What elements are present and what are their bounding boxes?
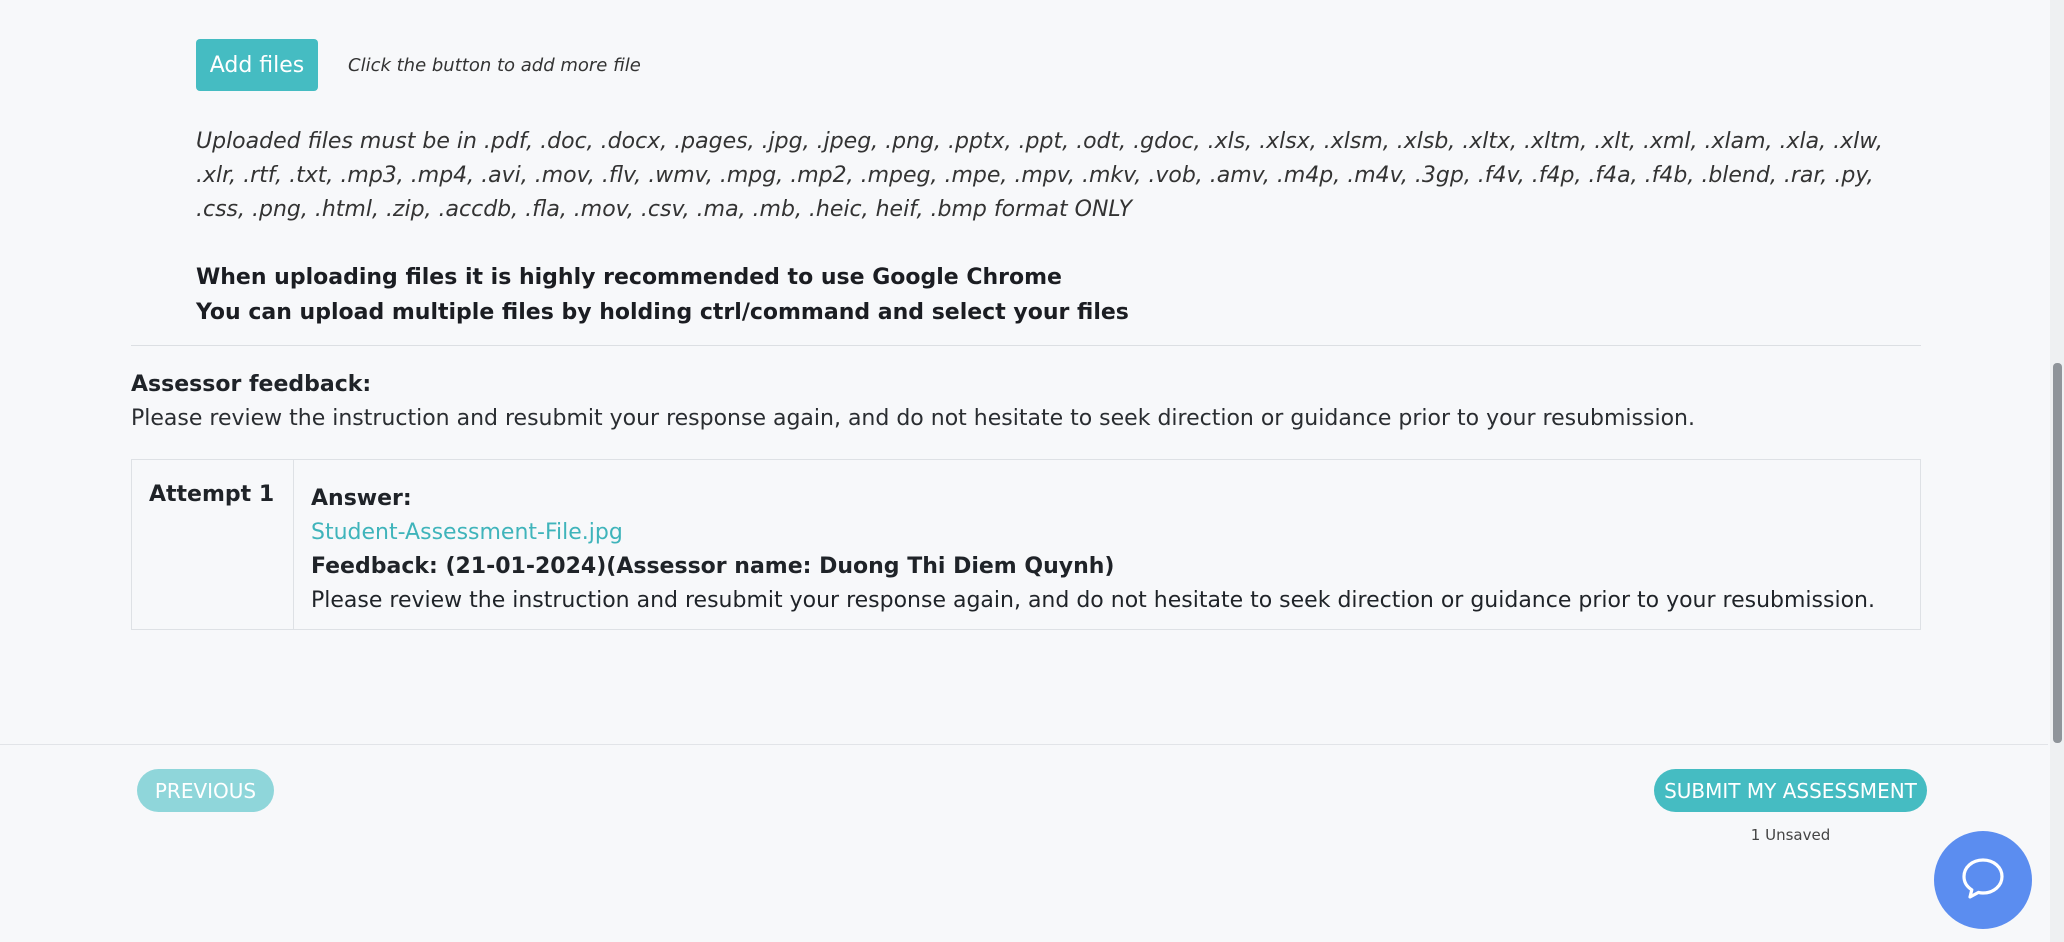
upload-notes: When uploading files it is highly recomm…	[196, 260, 1129, 330]
attempt-row: Attempt 1 Answer: Student-Assessment-Fil…	[131, 459, 1921, 630]
add-files-hint: Click the button to add more file	[348, 54, 641, 76]
add-files-row: Add files Click the button to add more f…	[196, 39, 641, 91]
add-files-button[interactable]: Add files	[196, 39, 318, 91]
previous-button[interactable]: PREVIOUS	[137, 769, 274, 812]
scrollbar-thumb[interactable]	[2053, 363, 2062, 743]
assessment-page: Add files Click the button to add more f…	[0, 0, 2064, 942]
footer-divider	[0, 744, 2048, 745]
page-scrollbar[interactable]	[2050, 0, 2064, 942]
multiple-upload-note: You can upload multiple files by holding…	[196, 300, 1129, 325]
attempt-feedback-header: Feedback: (21-01-2024)(Assessor name: Du…	[311, 554, 1115, 579]
assessor-feedback-heading: Assessor feedback:	[131, 372, 372, 397]
unsaved-status: 1 Unsaved	[1750, 826, 1831, 844]
answer-label: Answer:	[311, 486, 412, 511]
submitted-file-link[interactable]: Student-Assessment-File.jpg	[311, 516, 1875, 550]
allowed-formats-text: Uploaded files must be in .pdf, .doc, .d…	[196, 129, 1883, 222]
section-divider	[131, 345, 1921, 346]
attempt-details: Answer: Student-Assessment-File.jpg Feed…	[294, 460, 1892, 629]
attempt-label: Attempt 1	[132, 460, 294, 629]
attempt-feedback-text: Please review the instruction and resubm…	[311, 588, 1875, 613]
chat-bubble-icon	[1960, 855, 2006, 905]
chat-button[interactable]	[1934, 831, 2032, 929]
chrome-recommendation: When uploading files it is highly recomm…	[196, 265, 1062, 290]
submit-assessment-button[interactable]: SUBMIT MY ASSESSMENT	[1654, 769, 1927, 812]
assessor-feedback-text: Please review the instruction and resubm…	[131, 406, 1695, 431]
